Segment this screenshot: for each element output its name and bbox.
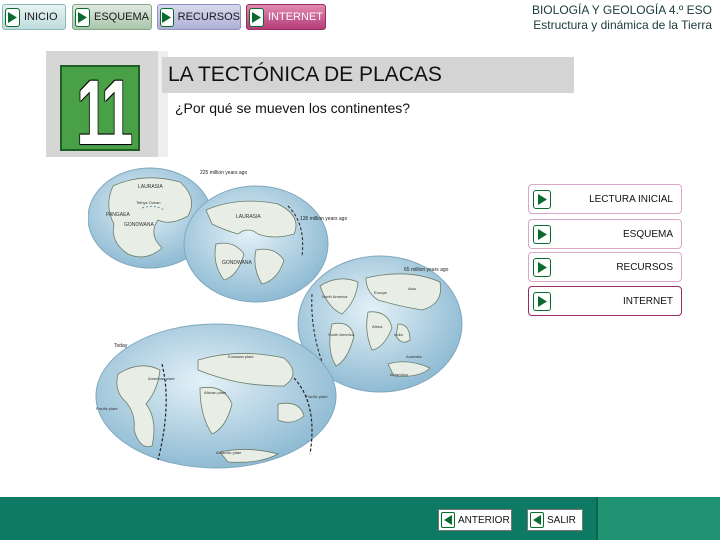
label-gondwana-1: GONDWANA	[124, 222, 154, 228]
label-today: Today	[114, 343, 128, 349]
nav-internet-button[interactable]: INTERNET	[246, 4, 326, 30]
nav-internet-label: INTERNET	[268, 11, 323, 23]
play-icon	[75, 7, 90, 27]
footer-panel	[596, 497, 720, 540]
label-pangaea: PANGAEA	[106, 212, 130, 218]
side-internet-button[interactable]: INTERNET	[528, 286, 682, 316]
label-asia: Asia	[408, 286, 417, 291]
nav-esquema-button[interactable]: ESQUEMA	[72, 4, 152, 30]
nav-recursos-button[interactable]: RECURSOS	[157, 4, 241, 30]
label-eurasian-plate: Eurasian plate	[228, 354, 254, 359]
nav-inicio-label: INICIO	[24, 11, 58, 23]
label-north-america: North America	[322, 294, 348, 299]
globe-today	[95, 323, 337, 469]
label-tethys: Tethys Ocean	[136, 200, 160, 205]
anterior-label: ANTERIOR	[458, 514, 510, 526]
label-pacific-plate-right: Pacific plate	[306, 394, 328, 399]
chapter-badge: 11	[46, 51, 168, 164]
back-icon	[441, 512, 455, 528]
chapter-number-box: 11	[60, 62, 140, 164]
label-gondwana-2: GONDWANA	[222, 260, 252, 266]
label-europe: Europe	[374, 290, 388, 295]
play-icon	[249, 7, 264, 27]
play-icon	[533, 190, 551, 209]
side-internet-label: INTERNET	[623, 296, 673, 307]
label-africa: Africa	[372, 324, 383, 329]
page-title: LA TECTÓNICA DE PLACAS	[168, 63, 442, 86]
label-south-america: South America	[328, 332, 355, 337]
play-icon	[160, 7, 174, 27]
label-india: India	[394, 332, 403, 337]
label-laurasia-2: LAURASIA	[236, 214, 261, 220]
footer-bar: ANTERIOR SALIR	[0, 497, 720, 540]
play-icon	[533, 258, 551, 277]
back-icon	[530, 512, 544, 528]
anterior-button[interactable]: ANTERIOR	[438, 509, 512, 531]
unit-title: Estructura y dinámica de la Tierra	[533, 18, 712, 32]
title-bar: LA TECTÓNICA DE PLACAS	[162, 57, 574, 93]
label-pacific-plate-left: Pacific plate	[96, 406, 118, 411]
salir-button[interactable]: SALIR	[527, 509, 583, 531]
globe-135-ma	[183, 185, 329, 303]
course-header: BIOLOGÍA Y GEOLOGÍA 4.º ESO Estructura y…	[532, 3, 712, 33]
label-american-plate: American plate	[148, 376, 175, 381]
label-australia: Australia	[406, 354, 422, 359]
page-subtitle: ¿Por qué se mueven los continentes?	[175, 100, 411, 116]
label-65: 65 million years ago	[404, 267, 449, 273]
chapter-number: 11	[76, 62, 133, 164]
side-recursos-button[interactable]: RECURSOS	[528, 252, 682, 282]
lectura-inicial-button[interactable]: LECTURA INICIAL	[528, 184, 682, 214]
nav-recursos-label: RECURSOS	[177, 11, 240, 23]
play-icon	[5, 7, 20, 27]
course-title: BIOLOGÍA Y GEOLOGÍA 4.º ESO	[531, 3, 712, 17]
label-antarctica: Antarctica	[390, 372, 409, 377]
nav-esquema-label: ESQUEMA	[94, 11, 150, 23]
play-icon	[533, 292, 551, 311]
salir-label: SALIR	[547, 514, 576, 526]
label-antarctic-plate: Antarctic plate	[216, 450, 242, 455]
label-african-plate: African plate	[204, 390, 227, 395]
side-esquema-label: ESQUEMA	[622, 229, 673, 240]
lectura-inicial-label: LECTURA INICIAL	[589, 194, 673, 205]
side-recursos-label: RECURSOS	[616, 262, 673, 273]
label-135: 135 million years ago	[300, 216, 347, 222]
label-laurasia-1: LAURASIA	[138, 184, 163, 190]
side-esquema-button[interactable]: ESQUEMA	[528, 219, 682, 249]
play-icon	[533, 225, 551, 244]
label-225: 225 million years ago	[200, 170, 247, 176]
nav-inicio-button[interactable]: INICIO	[2, 4, 66, 30]
continental-drift-illustration: 225 million years ago 135 million years …	[88, 167, 463, 469]
